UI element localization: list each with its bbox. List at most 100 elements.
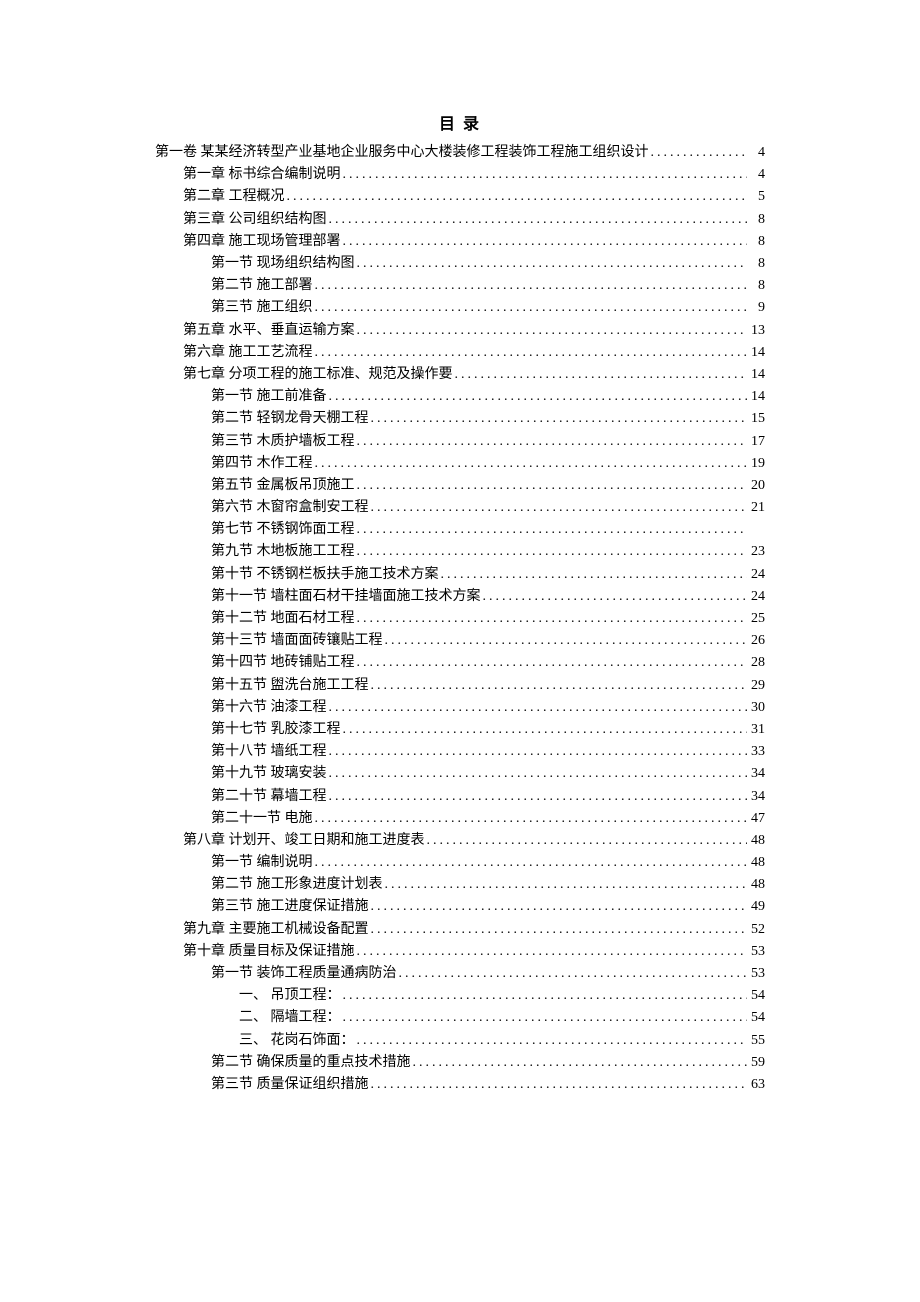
toc-entry-page: 54 (747, 1011, 765, 1025)
toc-leader-dots (481, 590, 748, 604)
toc-entry-label: 第二章 工程概况 (183, 190, 285, 204)
toc-entry-page: 48 (747, 878, 765, 892)
toc-entry: 第二节 轻钢龙骨天棚工程15 (155, 408, 765, 430)
toc-entry-page: 9 (747, 301, 765, 315)
toc-entry-label: 第十四节 地砖铺贴工程 (211, 656, 355, 670)
toc-entry-page: 49 (747, 900, 765, 914)
toc-leader-dots (411, 1056, 748, 1070)
toc-entry: 第三节 施工组织9 (155, 297, 765, 319)
toc-entry: 第九节 木地板施工工程23 (155, 541, 765, 563)
toc-entry: 第七节 不锈钢饰面工程 (155, 519, 765, 541)
toc-entry-label: 第一节 现场组织结构图 (211, 257, 355, 271)
toc-entry-label: 第二节 轻钢龙骨天棚工程 (211, 412, 369, 426)
toc-entry: 第七章 分项工程的施工标准、规范及操作要 14 (155, 364, 765, 386)
toc-entry-label: 第三节 质量保证组织措施 (211, 1078, 369, 1092)
toc-entry-page: 17 (747, 435, 765, 449)
toc-entry-page: 14 (747, 368, 765, 382)
toc-entry-label: 第十五节 盥洗台施工工程 (211, 679, 369, 693)
toc-title: 目 录 (155, 110, 765, 134)
toc-entry-page: 14 (747, 390, 765, 404)
toc-entry-page: 47 (747, 812, 765, 826)
toc-leader-dots (369, 1078, 748, 1092)
document-page: 目 录 第一卷 某某经济转型产业基地企业服务中心大楼装修工程装饰工程施工组织设计… (0, 0, 920, 1196)
toc-entry: 第五节 金属板吊顶施工20 (155, 475, 765, 497)
toc-entry-page: 55 (747, 1034, 765, 1048)
toc-leader-dots (355, 945, 748, 959)
toc-entry: 第二节 施工部署 8 (155, 275, 765, 297)
toc-entry: 第二章 工程概况 5 (155, 186, 765, 208)
toc-entry-label: 第三节 施工进度保证措施 (211, 900, 369, 914)
toc-leader-dots (341, 989, 748, 1003)
toc-entry: 第三章 公司组织结构图8 (155, 209, 765, 231)
toc-entry: 第九章 主要施工机械设备配置52 (155, 919, 765, 941)
toc-entry-label: 第二十一节 电施 (211, 812, 313, 826)
toc-entry-label: 第十章 质量目标及保证措施 (183, 945, 355, 959)
toc-entry-label: 第二节 确保质量的重点技术措施 (211, 1056, 411, 1070)
toc-entry-label: 第四节 木作工程 (211, 457, 313, 471)
toc-leader-dots (355, 479, 748, 493)
toc-leader-dots (355, 324, 748, 338)
toc-entry-label: 第二节 施工部署 (211, 279, 313, 293)
toc-leader-dots (369, 923, 748, 937)
toc-leader-dots (425, 834, 748, 848)
toc-entry: 第六章 施工工艺流程14 (155, 342, 765, 364)
toc-entry-label: 第五章 水平、垂直运输方案 (183, 324, 355, 338)
toc-leader-dots (313, 346, 748, 360)
toc-entry-page: 33 (747, 745, 765, 759)
toc-entry-label: 第五节 金属板吊顶施工 (211, 479, 355, 493)
toc-leader-dots (327, 701, 748, 715)
toc-leader-dots (285, 190, 748, 204)
toc-entry: 第十五节 盥洗台施工工程29 (155, 675, 765, 697)
toc-entry-page: 8 (747, 257, 765, 271)
toc-entry: 第八章 计划开、竣工日期和施工进度表48 (155, 830, 765, 852)
toc-entry-label: 第三节 木质护墙板工程 (211, 435, 355, 449)
toc-entry-label: 第四章 施工现场管理部署 (183, 235, 341, 249)
toc-entry-label: 第三章 公司组织结构图 (183, 213, 327, 227)
toc-entry-page: 28 (747, 656, 765, 670)
toc-entry-label: 第九章 主要施工机械设备配置 (183, 923, 369, 937)
toc-entry-label: 第十八节 墙纸工程 (211, 745, 327, 759)
toc-entry: 第二节 施工形象进度计划表 48 (155, 874, 765, 896)
toc-leader-dots (453, 368, 748, 382)
toc-entry: 第十八节 墙纸工程 33 (155, 741, 765, 763)
toc-entry-label: 第二节 施工形象进度计划表 (211, 878, 383, 892)
toc-entry-label: 一、 吊顶工程： (239, 989, 341, 1003)
toc-entry-label: 第六节 木窗帘盒制安工程 (211, 501, 369, 515)
toc-entry-label: 第十节 不锈钢栏板扶手施工技术方案 (211, 568, 439, 582)
toc-leader-dots (369, 679, 748, 693)
toc-entry-page: 53 (747, 967, 765, 981)
toc-entry: 第四章 施工现场管理部署8 (155, 231, 765, 253)
toc-leader-dots (439, 568, 748, 582)
toc-entry: 第五章 水平、垂直运输方案13 (155, 320, 765, 342)
toc-leader-dots (327, 767, 748, 781)
toc-leader-dots (327, 213, 748, 227)
toc-entry-label: 第一章 标书综合编制说明 (183, 168, 341, 182)
toc-entry: 第一节 施工前准备 14 (155, 386, 765, 408)
toc-entry-page: 34 (747, 790, 765, 804)
toc-entry: 第十一节 墙柱面石材干挂墙面施工技术方案24 (155, 586, 765, 608)
toc-entry-page: 63 (747, 1078, 765, 1092)
toc-leader-dots (355, 656, 748, 670)
toc-entry-page: 8 (747, 279, 765, 293)
toc-entry-page: 48 (747, 834, 765, 848)
toc-entry-page: 53 (747, 945, 765, 959)
toc-entry: 第十章 质量目标及保证措施 53 (155, 941, 765, 963)
toc-entry-label: 第一节 施工前准备 (211, 390, 327, 404)
toc-entry-page: 19 (747, 457, 765, 471)
toc-leader-dots (313, 457, 748, 471)
toc-entry-label: 第七章 分项工程的施工标准、规范及操作要 (183, 368, 453, 382)
toc-entry-page: 34 (747, 767, 765, 781)
toc-entry: 一、 吊顶工程： 54 (155, 985, 765, 1007)
toc-entry-page: 54 (747, 989, 765, 1003)
toc-entry: 第三节 木质护墙板工程 17 (155, 430, 765, 452)
toc-entry-page: 5 (747, 190, 765, 204)
toc-leader-dots (341, 1011, 748, 1025)
toc-leader-dots (383, 634, 748, 648)
toc-entry: 第六节 木窗帘盒制安工程21 (155, 497, 765, 519)
toc-entry: 第十六节 油漆工程30 (155, 697, 765, 719)
toc-entry-label: 第十六节 油漆工程 (211, 701, 327, 715)
toc-entry: 第一章 标书综合编制说明4 (155, 164, 765, 186)
toc-leader-dots (355, 435, 748, 449)
toc-entry: 第十节 不锈钢栏板扶手施工技术方案24 (155, 564, 765, 586)
toc-entry: 第十七节 乳胶漆工程31 (155, 719, 765, 741)
